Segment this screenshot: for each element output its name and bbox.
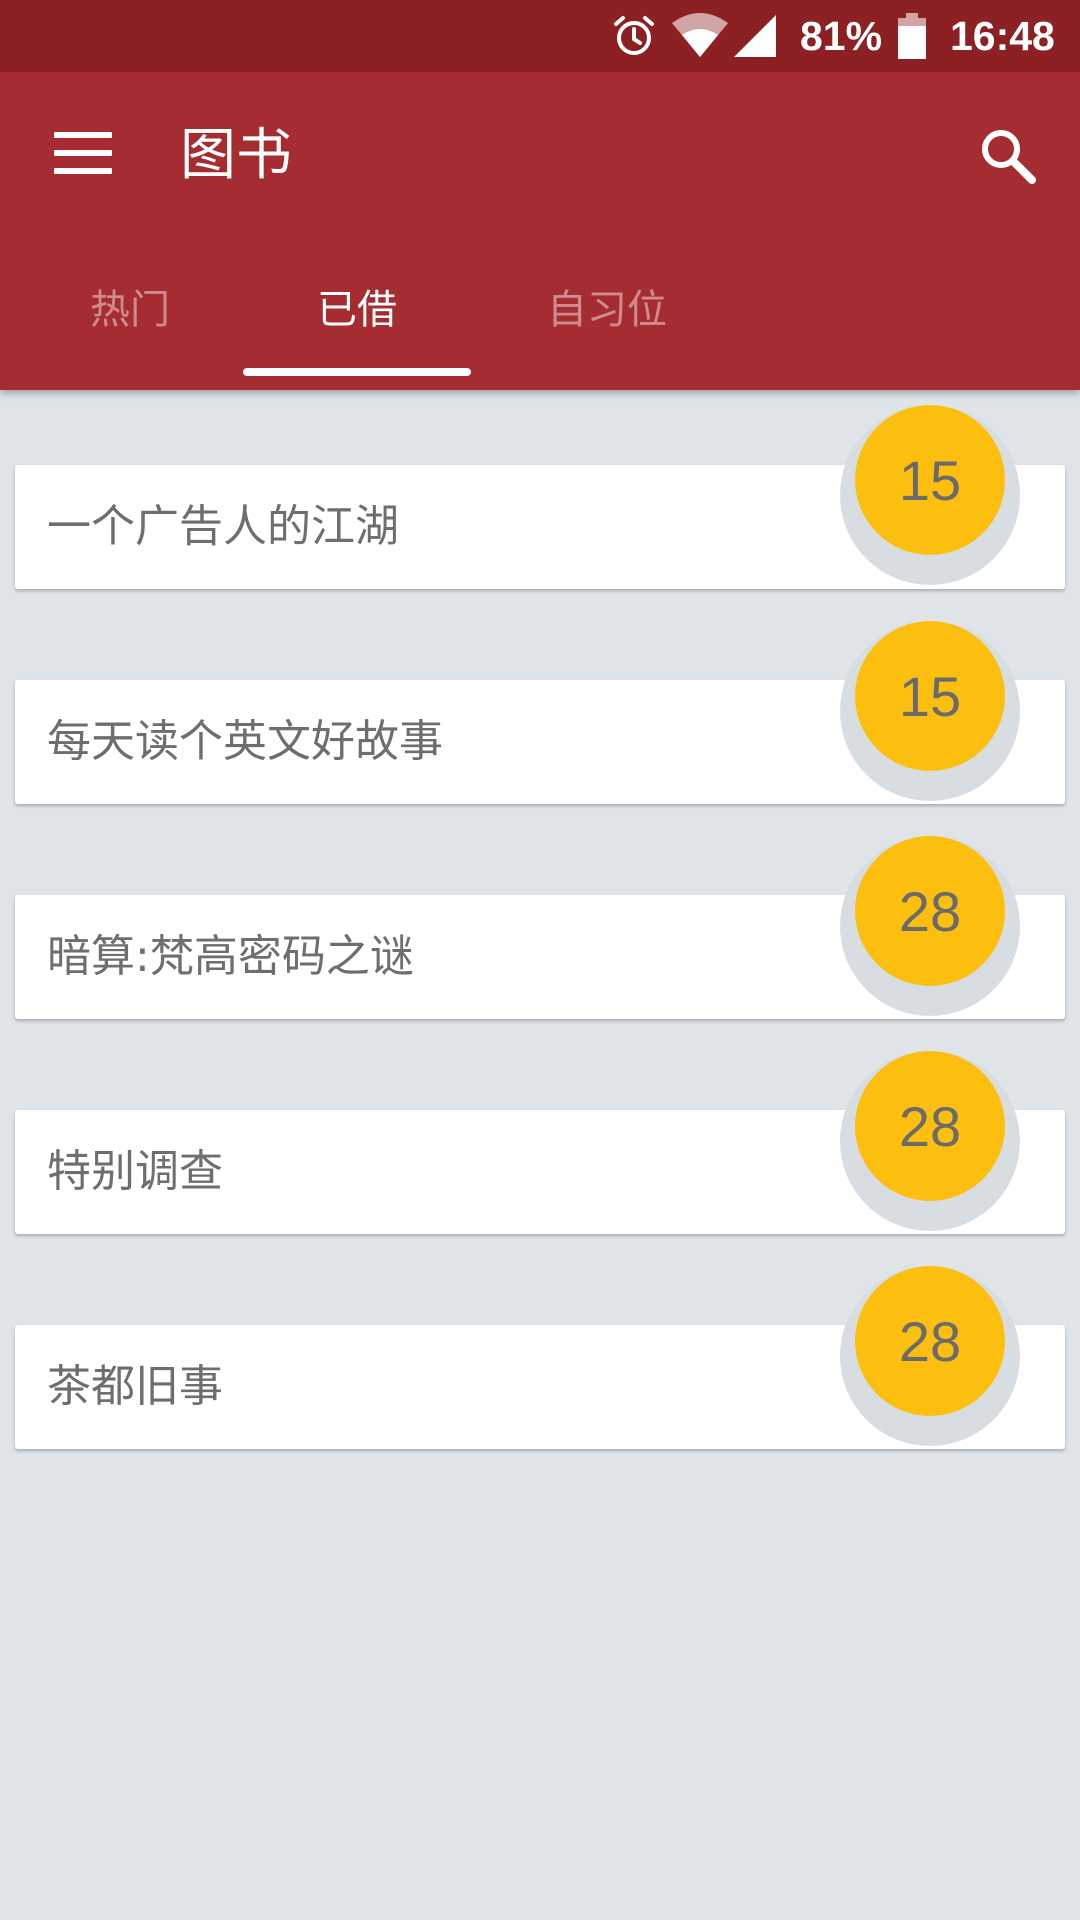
alarm-icon [610, 0, 658, 72]
count-badge-value: 15 [855, 621, 1005, 771]
count-badge-value: 28 [855, 836, 1005, 986]
count-badge: 15 [840, 405, 1020, 585]
tab-study-seat[interactable]: 自习位 [516, 280, 698, 340]
search-icon[interactable] [978, 126, 1038, 186]
book-title: 茶都旧事 [47, 1361, 223, 1412]
tab-borrowed-label: 已借 [317, 287, 397, 333]
cell-signal-icon [734, 0, 776, 72]
tab-borrowed[interactable]: 已借 [266, 280, 448, 340]
tab-hot[interactable]: 热门 [40, 280, 220, 340]
status-bar: 81% 16:48 [0, 0, 1080, 72]
tab-hot-label: 热门 [90, 287, 170, 333]
battery-icon [898, 0, 926, 72]
page-title: 图书 [180, 123, 292, 188]
book-title: 一个广告人的江湖 [47, 501, 399, 552]
book-title: 暗算:梵高密码之谜 [47, 931, 414, 982]
book-title: 每天读个英文好故事 [47, 716, 443, 767]
menu-icon[interactable] [54, 132, 114, 176]
wifi-icon [672, 0, 728, 72]
clock: 16:48 [950, 12, 1055, 59]
battery-text: 81% [800, 12, 883, 59]
count-badge-value: 28 [855, 1266, 1005, 1416]
count-badge: 28 [840, 1266, 1020, 1446]
count-badge-value: 28 [855, 1051, 1005, 1201]
count-badge: 28 [840, 836, 1020, 1016]
app-bar: 图书 热门 已借 自习位 [0, 72, 1080, 390]
count-badge: 15 [840, 621, 1020, 801]
count-badge-value: 15 [855, 405, 1005, 555]
tab-indicator [243, 368, 471, 376]
count-badge: 28 [840, 1051, 1020, 1231]
tab-study-seat-label: 自习位 [547, 287, 667, 333]
book-title: 特别调查 [47, 1146, 223, 1197]
